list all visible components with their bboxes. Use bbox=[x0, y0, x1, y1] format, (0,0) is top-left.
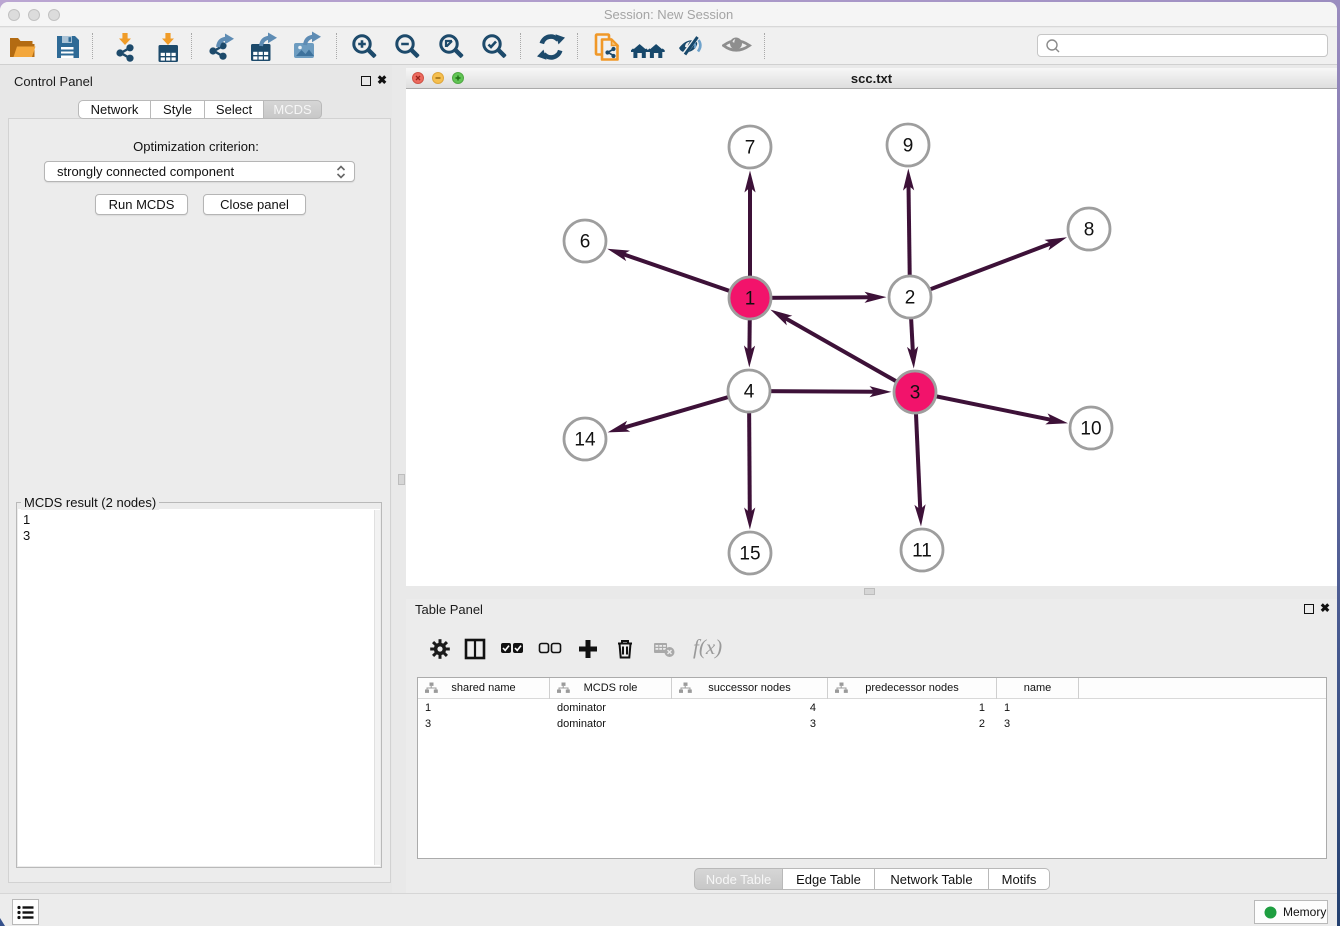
svg-text:14: 14 bbox=[574, 430, 596, 451]
svg-text:6: 6 bbox=[580, 232, 591, 253]
svg-text:8: 8 bbox=[1084, 220, 1095, 241]
svg-text:2: 2 bbox=[905, 288, 916, 309]
svg-text:11: 11 bbox=[912, 541, 932, 562]
svg-text:9: 9 bbox=[903, 136, 914, 157]
svg-text:7: 7 bbox=[745, 138, 756, 159]
svg-text:4: 4 bbox=[744, 382, 755, 403]
svg-text:1: 1 bbox=[745, 289, 756, 310]
svg-text:10: 10 bbox=[1080, 419, 1101, 440]
svg-text:15: 15 bbox=[739, 544, 760, 565]
svg-text:3: 3 bbox=[910, 383, 921, 404]
